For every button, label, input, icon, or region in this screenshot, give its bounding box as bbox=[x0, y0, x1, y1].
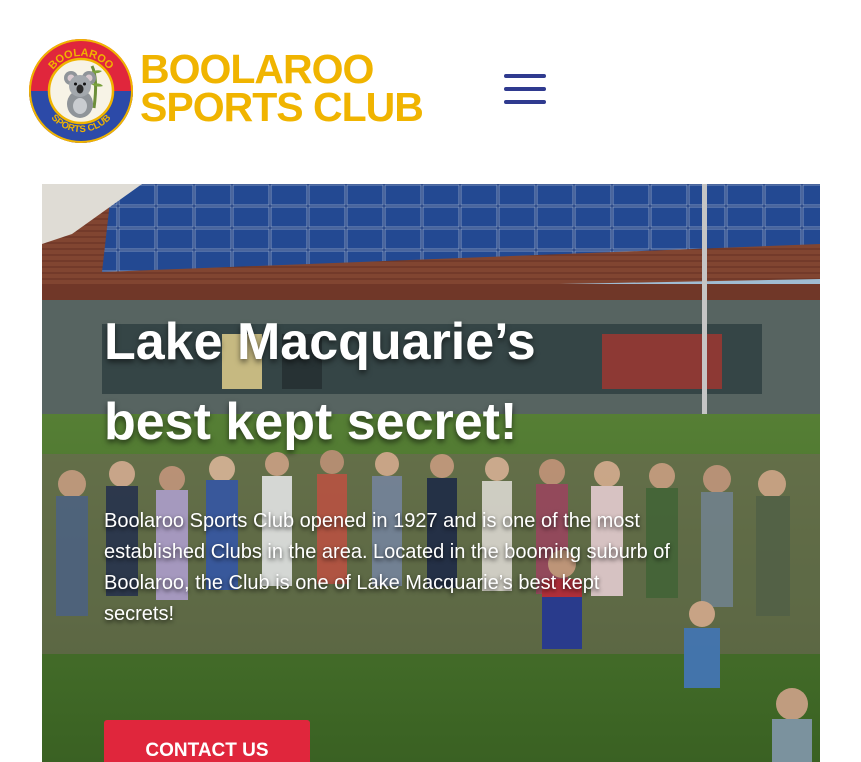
hero-section: Lake Macquarie’s best kept secret! Boola… bbox=[42, 184, 820, 762]
brand-line-2: SPORTS CLUB bbox=[140, 84, 424, 130]
brand-name: BOOLAROO SPORTS CLUB bbox=[140, 46, 424, 130]
brand-line-1: BOOLAROO bbox=[140, 46, 374, 92]
menu-bar bbox=[504, 74, 546, 78]
hamburger-menu-icon[interactable] bbox=[502, 71, 548, 107]
menu-bar bbox=[504, 100, 546, 104]
hero-heading: Lake Macquarie’s best kept secret! bbox=[104, 302, 664, 462]
hero-heading-line-1: Lake Macquarie’s bbox=[104, 313, 536, 371]
contact-us-button[interactable]: CONTACT US bbox=[104, 720, 310, 762]
site-header: BOOLAROO SPORTS CLUB BOOLAROO SPORTS CLU… bbox=[0, 0, 861, 184]
page: BOOLAROO SPORTS CLUB BOOLAROO SPORTS CLU… bbox=[0, 0, 861, 762]
hero-description: Boolaroo Sports Club opened in 1927 and … bbox=[104, 510, 670, 625]
hero-overlay bbox=[42, 184, 820, 762]
hero-heading-line-2: best kept secret! bbox=[104, 393, 518, 451]
menu-bar bbox=[504, 87, 546, 91]
logo-link[interactable]: BOOLAROO SPORTS CLUB bbox=[28, 38, 134, 144]
club-logo: BOOLAROO SPORTS CLUB bbox=[29, 39, 133, 143]
